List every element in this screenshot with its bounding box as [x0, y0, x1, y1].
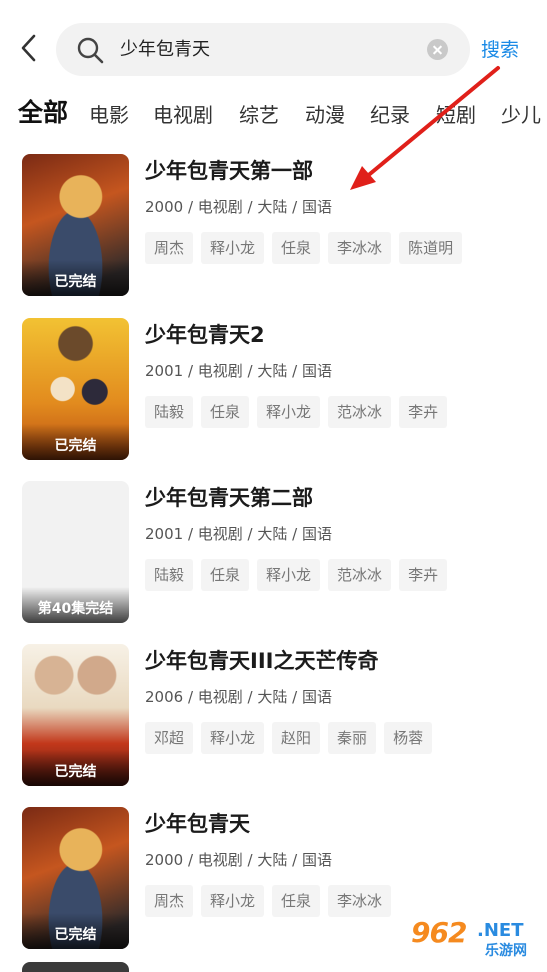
result-title[interactable]: 少年包青天第二部: [145, 483, 313, 513]
status-badge: 第40集完结: [22, 587, 129, 623]
cast-tag[interactable]: 秦丽: [328, 722, 377, 754]
watermark-number: 962: [411, 916, 467, 949]
cast-tag[interactable]: 释小龙: [257, 559, 321, 591]
status-badge: 已完结: [22, 424, 129, 460]
category-tabs: 全部 电影 电视剧 综艺 动漫 纪录 短剧 少儿: [0, 92, 547, 140]
result-title[interactable]: 少年包青天III之天芒传奇: [145, 646, 378, 676]
tab-anime[interactable]: 动漫: [305, 98, 345, 132]
site-watermark: 962 .NET 乐游网: [411, 916, 541, 962]
search-icon: [77, 37, 104, 64]
cast-tag[interactable]: 任泉: [201, 559, 250, 591]
status-badge: 已完结: [22, 260, 129, 296]
result-title[interactable]: 少年包青天第一部: [145, 156, 313, 186]
cast-tag[interactable]: 陈道明: [399, 232, 463, 264]
result-meta: 2000 / 电视剧 / 大陆 / 国语: [145, 198, 332, 216]
cast-list: 邓超 释小龙 赵阳 秦丽 杨蓉: [145, 722, 440, 754]
poster-image[interactable]: 已完结: [22, 154, 129, 296]
status-badge: 已完结: [22, 750, 129, 786]
clear-icon[interactable]: [427, 39, 448, 60]
tab-kids[interactable]: 少儿: [501, 98, 541, 132]
cast-tag[interactable]: 李卉: [399, 559, 448, 591]
watermark-suffix: .NET: [477, 920, 524, 941]
cast-list: 陆毅 任泉 释小龙 范冰冰 李卉: [145, 559, 455, 591]
result-item[interactable]: 已完结 少年包青天2 2001 / 电视剧 / 大陆 / 国语 陆毅 任泉 释小龙范…: [0, 318, 547, 468]
cast-tag[interactable]: 周杰: [145, 232, 194, 264]
result-meta: 2000 / 电视剧 / 大陆 / 国语: [145, 851, 332, 869]
tab-movie[interactable]: 电影: [89, 98, 129, 132]
result-meta: 2001 / 电视剧 / 大陆 / 国语: [145, 525, 332, 543]
status-badge: 已完结: [22, 913, 129, 949]
result-title[interactable]: 少年包青天2: [145, 320, 265, 350]
cast-tag[interactable]: 周杰: [145, 885, 194, 917]
result-item[interactable]: 已完结 少年包青天III之天芒传奇 2006 / 电视剧 / 大陆 / 国语 邓…: [0, 644, 547, 794]
poster-image[interactable]: 第40集完结: [22, 481, 129, 623]
tab-short-drama[interactable]: 短剧: [436, 98, 476, 132]
watermark-site: 乐游网: [485, 943, 527, 959]
search-input[interactable]: 少年包青天: [56, 23, 470, 76]
tab-documentary[interactable]: 纪录: [370, 98, 410, 132]
cast-list: 陆毅 任泉 释小龙 范冰冰 李卉: [145, 396, 455, 428]
result-title[interactable]: 少年包青天: [145, 809, 250, 839]
cast-tag[interactable]: 释小龙: [201, 232, 265, 264]
cast-tag[interactable]: 释小龙: [201, 722, 265, 754]
cast-tag[interactable]: 杨蓉: [384, 722, 433, 754]
poster-image[interactable]: 已完结: [22, 644, 129, 786]
tab-tv-series[interactable]: 电视剧: [153, 98, 213, 132]
cast-tag[interactable]: 释小龙: [201, 885, 265, 917]
cast-list: 周杰 释小龙 任泉 李冰冰: [145, 885, 399, 917]
cast-tag[interactable]: 李冰冰: [328, 232, 392, 264]
cast-tag[interactable]: 任泉: [272, 232, 321, 264]
search-button[interactable]: 搜索: [481, 34, 519, 66]
tab-variety[interactable]: 综艺: [239, 98, 279, 132]
cast-tag[interactable]: 释小龙: [257, 396, 321, 428]
cast-tag[interactable]: 范冰冰: [328, 396, 392, 428]
cast-tag[interactable]: 陆毅: [145, 559, 194, 591]
cast-tag[interactable]: 李卉: [399, 396, 448, 428]
cast-list: 周杰 释小龙 任泉 李冰冰 陈道明: [145, 232, 470, 264]
next-poster-peek: [22, 962, 129, 972]
result-item[interactable]: 第40集完结 少年包青天第二部 2001 / 电视剧 / 大陆 / 国语 陆毅任…: [0, 481, 547, 631]
result-meta: 2001 / 电视剧 / 大陆 / 国语: [145, 362, 332, 380]
cast-tag[interactable]: 赵阳: [272, 722, 321, 754]
search-query: 少年包青天: [120, 39, 210, 60]
poster-image[interactable]: 已完结: [22, 807, 129, 949]
cast-tag[interactable]: 邓超: [145, 722, 194, 754]
result-meta: 2006 / 电视剧 / 大陆 / 国语: [145, 688, 332, 706]
cast-tag[interactable]: 任泉: [272, 885, 321, 917]
cast-tag[interactable]: 陆毅: [145, 396, 194, 428]
poster-image[interactable]: 已完结: [22, 318, 129, 460]
search-header: 少年包青天 搜索: [0, 0, 547, 95]
cast-tag[interactable]: 范冰冰: [328, 559, 392, 591]
cast-tag[interactable]: 李冰冰: [328, 885, 392, 917]
tab-all[interactable]: 全部: [18, 96, 68, 130]
result-item[interactable]: 已完结 少年包青天第一部 2000 / 电视剧 / 大陆 / 国语 周杰 释小龙任…: [0, 154, 547, 304]
back-arrow-icon[interactable]: [14, 30, 44, 66]
cast-tag[interactable]: 任泉: [201, 396, 250, 428]
